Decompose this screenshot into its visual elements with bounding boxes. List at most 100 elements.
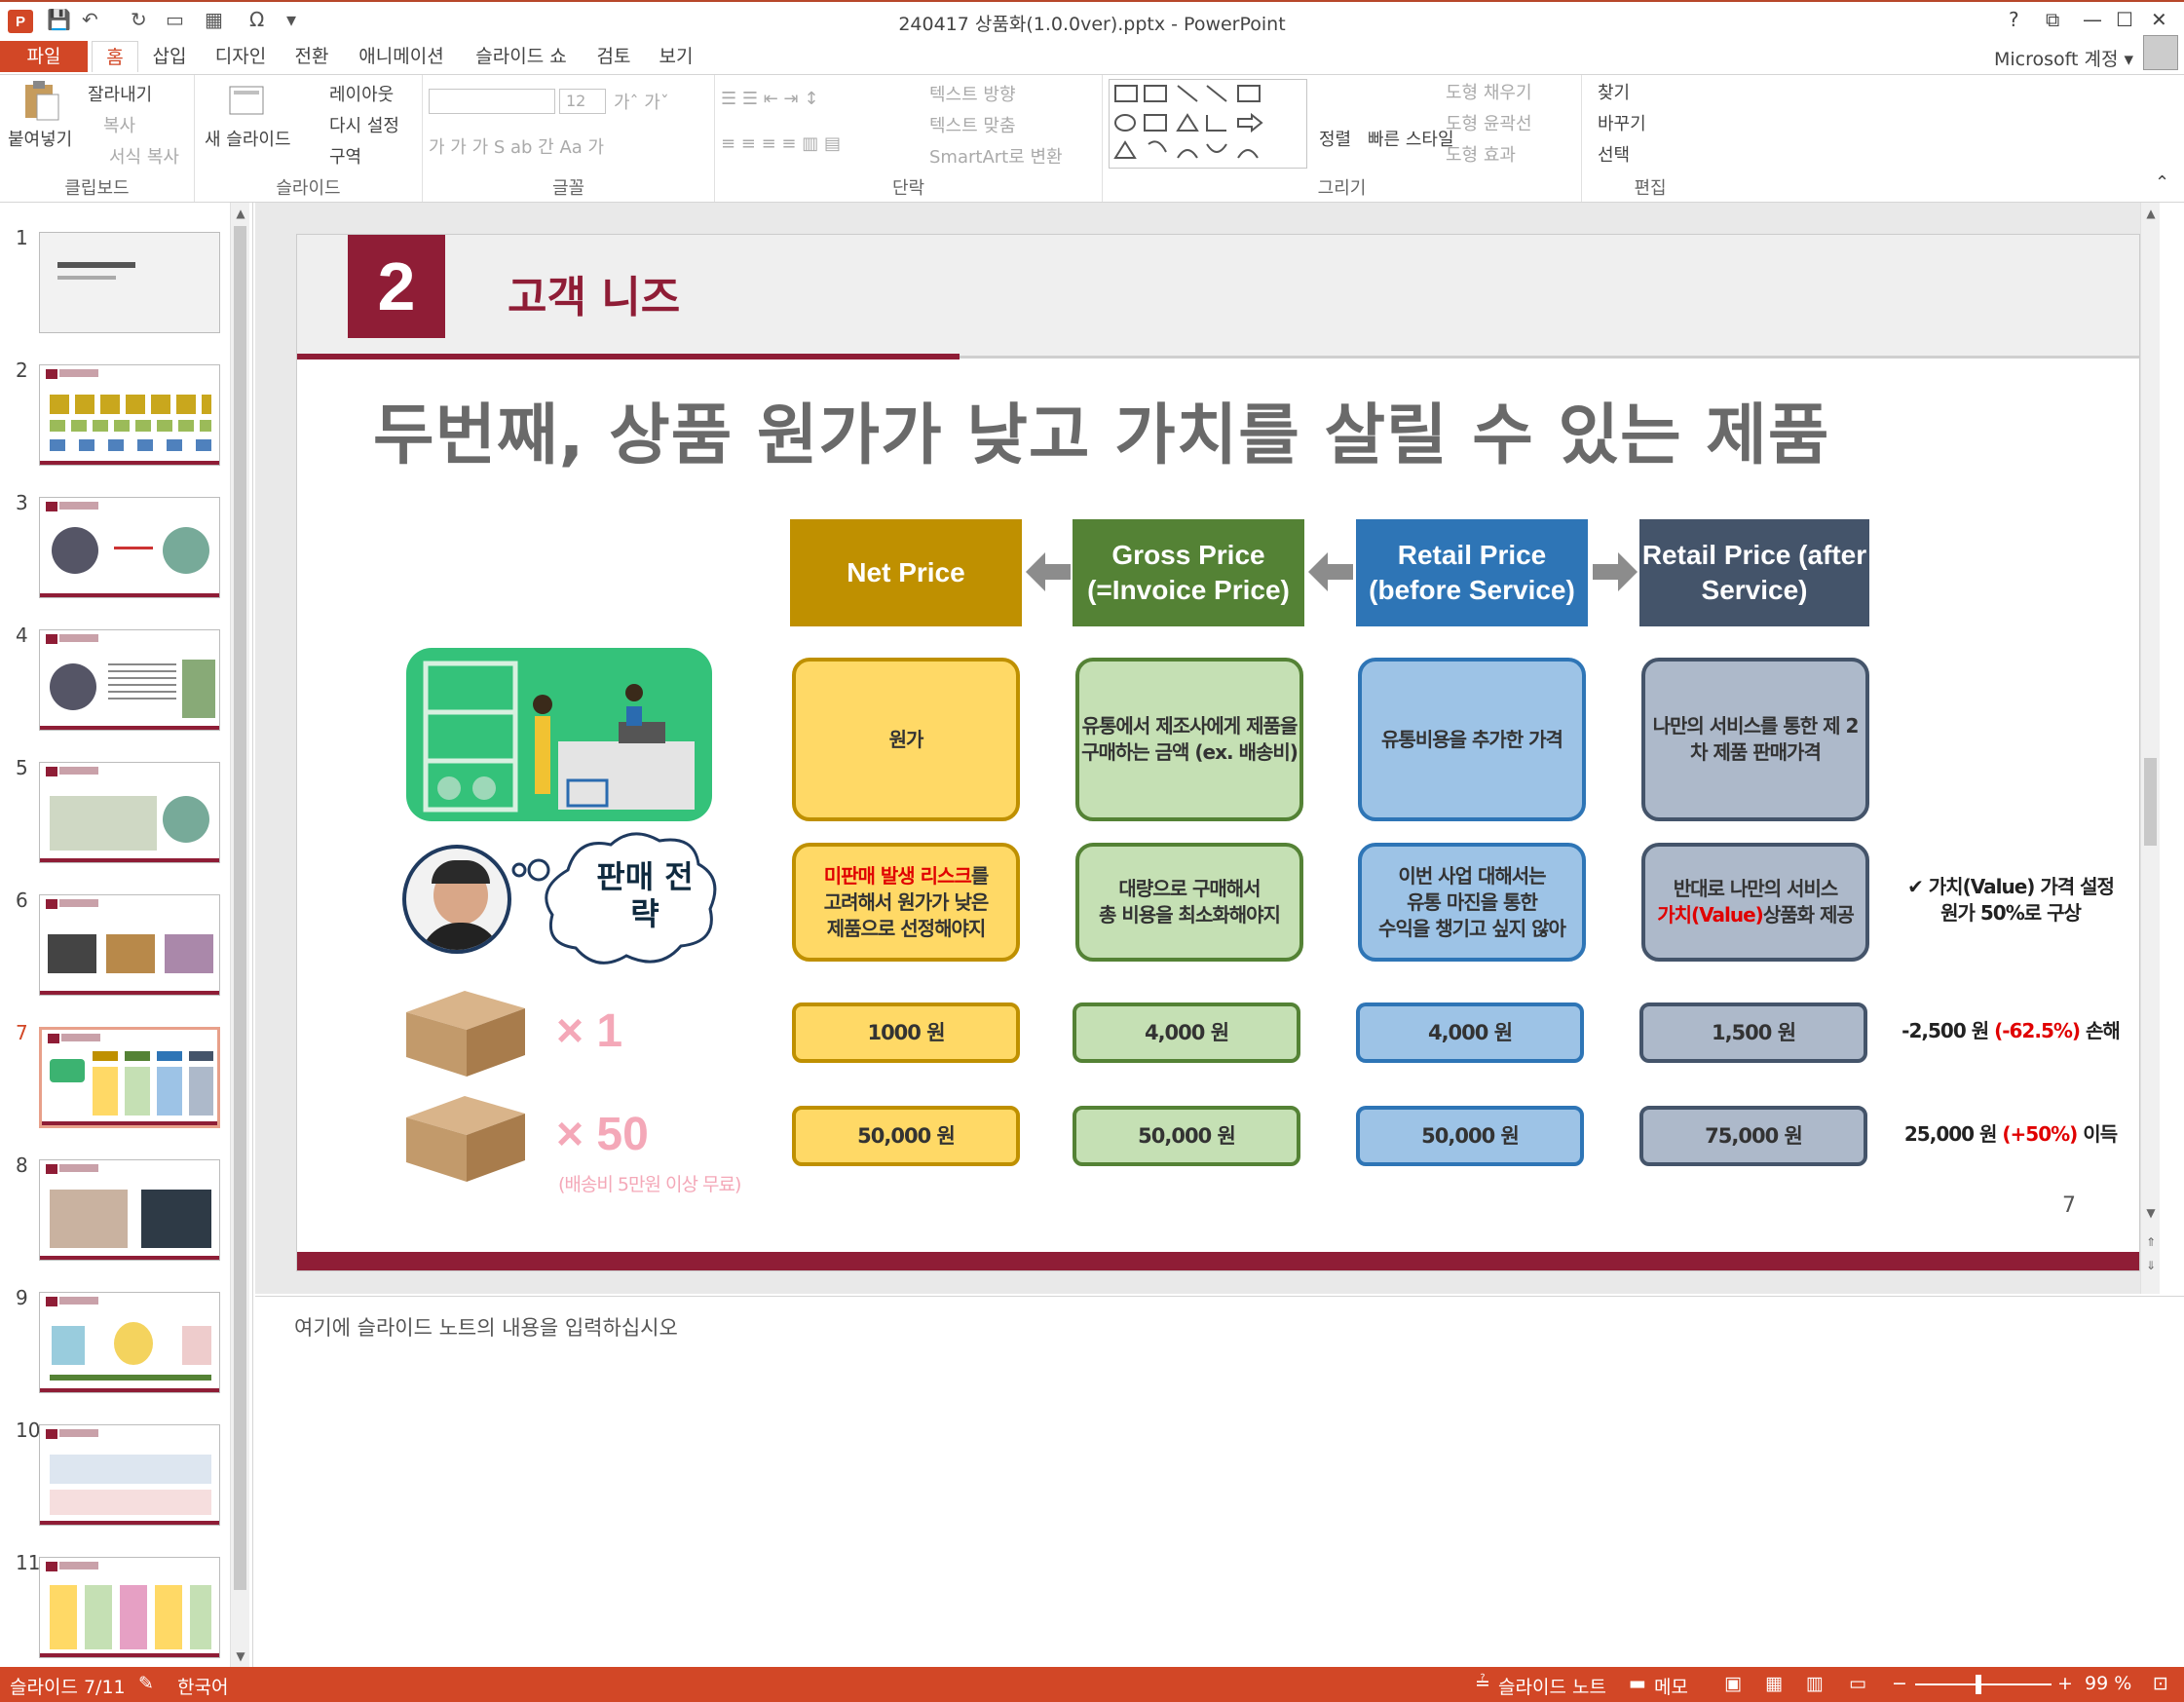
- slide-thumbnail-3[interactable]: [39, 497, 220, 598]
- layout-qa-icon[interactable]: ▦: [205, 8, 223, 31]
- slide-thumbnail-5[interactable]: [39, 762, 220, 863]
- thumb-number: 7: [16, 1021, 28, 1044]
- quick-styles-button[interactable]: 빠른 스타일: [1368, 126, 1454, 151]
- slide-thumbnail-4[interactable]: [39, 629, 220, 731]
- minimize-icon[interactable]: —: [2083, 8, 2102, 31]
- align-icons[interactable]: ≡ ≡ ≡ ≡ ▥ ▤: [721, 133, 841, 154]
- zoom-out-icon[interactable]: −: [1892, 1673, 1907, 1694]
- arrow-left-icon: [1308, 552, 1353, 591]
- value-highlight: 가치(Value): [1657, 903, 1764, 927]
- slideshow-view-icon[interactable]: ▭: [1849, 1673, 1866, 1694]
- list-icons[interactable]: ☰ ☰ ⇤ ⇥ ↕: [721, 89, 818, 109]
- tab-view[interactable]: 보기: [653, 41, 699, 72]
- language-indicator[interactable]: 한국어: [177, 1673, 228, 1699]
- notes-placeholder[interactable]: 여기에 슬라이드 노트의 내용을 입력하십시오: [294, 1312, 678, 1342]
- collapse-ribbon-icon[interactable]: ⌃: [2155, 172, 2169, 193]
- shape-outline-button[interactable]: 도형 윤곽선: [1446, 110, 1532, 135]
- fit-slide-icon[interactable]: ⊡: [2153, 1673, 2168, 1694]
- tab-design[interactable]: 디자인: [208, 41, 273, 72]
- shapes-gallery[interactable]: [1109, 79, 1307, 169]
- shape-effects-button[interactable]: 도형 효과: [1446, 141, 1516, 167]
- strategy-text: 제품으로 선정해야지: [826, 916, 987, 940]
- cut-button[interactable]: 잘라내기: [88, 81, 152, 106]
- zoom-level[interactable]: 99 %: [2085, 1673, 2131, 1694]
- slide-thumbnail-8[interactable]: [39, 1159, 220, 1261]
- ribbon-display-icon[interactable]: ⧉: [2046, 8, 2059, 31]
- notes-toggle-button[interactable]: 슬라이드 노트: [1498, 1673, 1606, 1699]
- align-text-button[interactable]: 텍스트 맞춤: [929, 112, 1016, 137]
- font-grow-icon[interactable]: 가ˆ 가ˇ: [614, 89, 669, 114]
- find-button[interactable]: 찾기: [1598, 79, 1630, 104]
- paste-icon[interactable]: [21, 79, 60, 122]
- save-icon[interactable]: 💾: [47, 8, 71, 31]
- slide-canvas[interactable]: 2 고객 니즈 두번째, 상품 원가가 낮고 가치를 살릴 수 있는 제품 Ne…: [296, 234, 2140, 1271]
- copy-button[interactable]: 복사: [103, 112, 135, 137]
- section-button[interactable]: 구역: [329, 143, 361, 169]
- start-slideshow-icon[interactable]: ▭: [166, 8, 184, 31]
- slide-scrollbar[interactable]: ▲ ▼ ⇑ ⇓: [2140, 203, 2160, 1294]
- shipping-note: (배송비 5만원 이상 무료): [558, 1174, 741, 1195]
- slide-thumbnail-7-selected[interactable]: [39, 1027, 220, 1128]
- normal-view-icon[interactable]: ▣: [1724, 1673, 1742, 1694]
- strategy-text: 수익을 챙기고 싶지 않아: [1378, 916, 1566, 940]
- help-button[interactable]: ?: [2009, 8, 2019, 31]
- new-slide-button[interactable]: 새 슬라이드: [205, 126, 291, 151]
- strategy-text: 이번 사업 대해서는: [1398, 863, 1546, 888]
- slides-group: 새 슬라이드 레이아웃 다시 설정 구역 슬라이드: [195, 75, 423, 202]
- slide-thumbnail-2[interactable]: [39, 364, 220, 466]
- zoom-in-icon[interactable]: +: [2057, 1673, 2073, 1694]
- font-size-box[interactable]: 12: [559, 89, 606, 114]
- replace-button[interactable]: 바꾸기: [1598, 110, 1646, 135]
- slide-thumbnail-1[interactable]: [39, 232, 220, 333]
- tab-review[interactable]: 검토: [590, 41, 637, 72]
- customize-qa-icon[interactable]: ▾: [286, 8, 296, 31]
- slide-thumbnail-10[interactable]: [39, 1424, 220, 1526]
- font-name-box[interactable]: [429, 89, 555, 114]
- text-direction-button[interactable]: 텍스트 방향: [929, 81, 1016, 106]
- undo-icon[interactable]: ↶: [82, 8, 98, 31]
- window-title: 240417 상품화(1.0.0ver).pptx - PowerPoint: [898, 14, 1286, 35]
- quantity-x1-label: × 1: [556, 1005, 623, 1057]
- slide-thumbnail-11[interactable]: [39, 1557, 220, 1658]
- zoom-slider[interactable]: [1915, 1683, 2052, 1685]
- notes-pane[interactable]: 여기에 슬라이드 노트의 내용을 입력하십시오: [255, 1296, 2184, 1666]
- zoom-slider-handle[interactable]: [1976, 1675, 1981, 1694]
- value-pricing-note: ✔ 가치(Value) 가격 설정 원가 50%로 구상: [1899, 874, 2123, 927]
- notes-toggle-icon[interactable]: ≟: [1475, 1673, 1490, 1694]
- tab-file[interactable]: 파일: [0, 41, 88, 72]
- tab-insert[interactable]: 삽입: [146, 41, 193, 72]
- shape-fill-button[interactable]: 도형 채우기: [1446, 79, 1532, 104]
- clipboard-group: 붙여넣기 잘라내기 복사 서식 복사 클립보드: [0, 75, 195, 202]
- thumbnails-scrollbar[interactable]: ▲ ▼: [230, 203, 249, 1667]
- smartart-button[interactable]: SmartArt로 변환: [929, 143, 1063, 169]
- symbol-icon[interactable]: Ω: [249, 8, 264, 31]
- result-label: 손해: [2086, 1019, 2121, 1042]
- column-head-retail-after: Retail Price (after Service): [1639, 519, 1869, 626]
- thumb-number: 3: [16, 491, 28, 514]
- comments-button[interactable]: 메모: [1654, 1673, 1688, 1699]
- new-slide-icon[interactable]: [228, 79, 267, 122]
- slide-thumbnail-9[interactable]: [39, 1292, 220, 1393]
- arrange-button[interactable]: 정렬: [1319, 126, 1351, 151]
- paste-button[interactable]: 붙여넣기: [8, 126, 72, 151]
- slide-thumbnail-6[interactable]: [39, 894, 220, 996]
- comments-icon[interactable]: ▬: [1629, 1673, 1646, 1694]
- format-painter-button[interactable]: 서식 복사: [109, 143, 179, 169]
- tab-home[interactable]: 홈: [92, 41, 138, 72]
- close-icon[interactable]: ✕: [2151, 8, 2167, 31]
- redo-icon[interactable]: ↻: [131, 8, 147, 31]
- layout-button[interactable]: 레이아웃: [329, 81, 394, 106]
- reset-button[interactable]: 다시 설정: [329, 112, 399, 137]
- drawing-group-label: 그리기: [1317, 178, 1367, 199]
- slide-sorter-icon[interactable]: ▦: [1765, 1673, 1783, 1694]
- select-button[interactable]: 선택: [1598, 141, 1630, 167]
- tab-animations[interactable]: 애니메이션: [353, 41, 450, 72]
- tab-transitions[interactable]: 전환: [288, 41, 335, 72]
- spellcheck-icon[interactable]: ✎: [138, 1673, 154, 1694]
- tab-slideshow[interactable]: 슬라이드 쇼: [468, 41, 575, 72]
- maximize-icon[interactable]: ☐: [2116, 8, 2133, 31]
- reading-view-icon[interactable]: ▥: [1806, 1673, 1824, 1694]
- avatar[interactable]: [2143, 35, 2178, 70]
- font-format-icons[interactable]: 가 가 가 S ab 간 Aa 가: [429, 133, 604, 159]
- account-link[interactable]: Microsoft 계정 ▾: [1994, 45, 2133, 71]
